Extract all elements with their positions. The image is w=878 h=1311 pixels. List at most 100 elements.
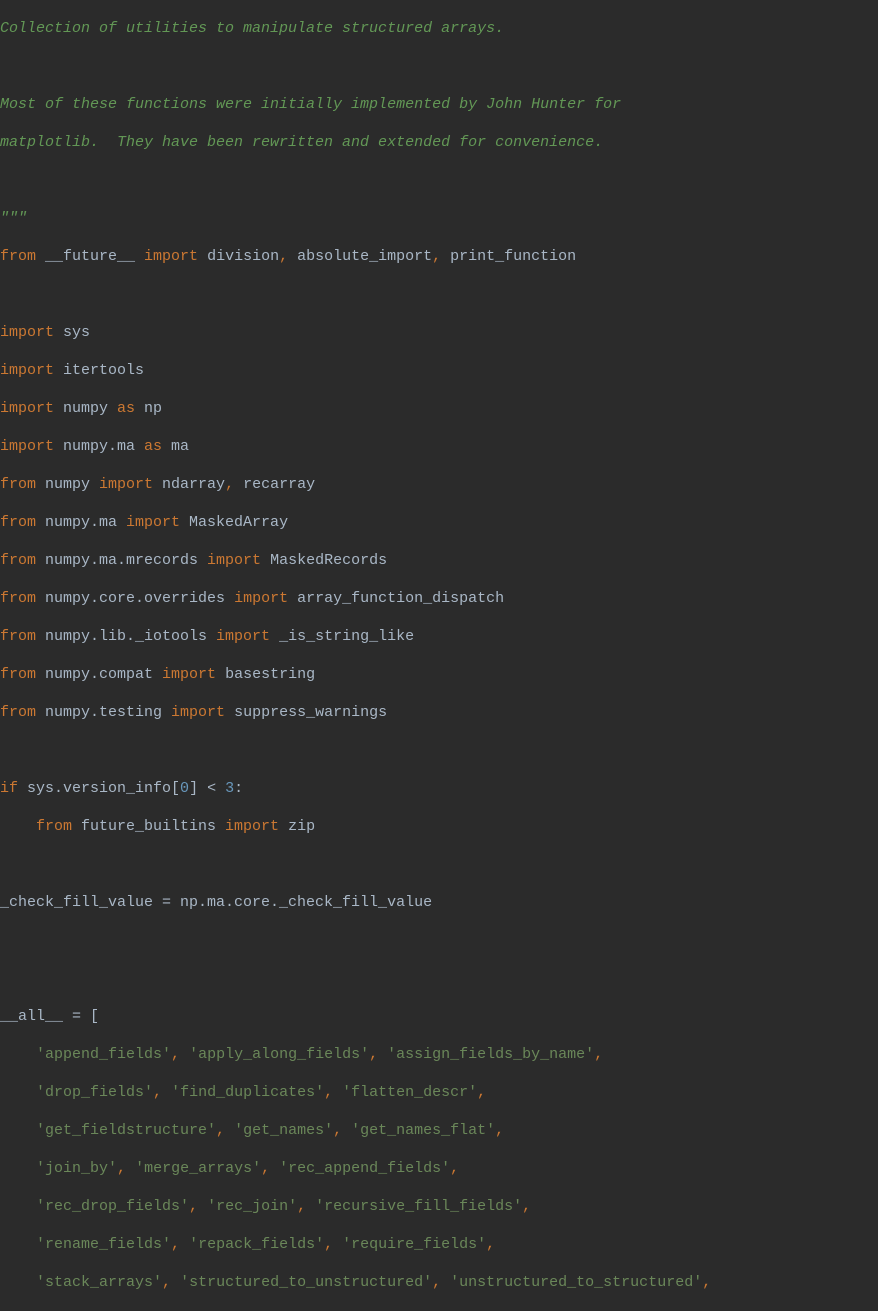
code-line [0,931,878,950]
docstring-text: Most of these functions were initially i… [0,96,621,113]
code-line: __all__ = [ [0,1007,878,1026]
code-line: from future_builtins import zip [0,817,878,836]
code-line: 'stack_arrays', 'structured_to_unstructu… [0,1273,878,1292]
string-literal: 'unstructured_to_structured' [450,1274,702,1291]
from-keyword: from [0,476,36,493]
indent [0,1084,36,1101]
import-item: division [198,248,279,265]
module-name: numpy.lib._iotools [36,628,216,645]
comma: , [702,1274,711,1291]
from-keyword: from [0,704,36,721]
number-literal: 3 [225,780,234,797]
import-keyword: import [0,362,54,379]
string-literal: 'structured_to_unstructured' [180,1274,432,1291]
comma: , [486,1236,495,1253]
module-name: numpy.compat [36,666,162,683]
code-line: Most of these functions were initially i… [0,95,878,114]
space [306,1198,315,1215]
comma: , [495,1122,504,1139]
code-line: 'get_fieldstructure', 'get_names', 'get_… [0,1121,878,1140]
comma: , [432,248,441,265]
code-line [0,969,878,988]
comma: , [171,1236,180,1253]
module-name: numpy.ma [54,438,144,455]
string-literal: 'drop_fields' [36,1084,153,1101]
comma: , [522,1198,531,1215]
from-keyword: from [0,818,72,835]
space [441,1274,450,1291]
space [333,1084,342,1101]
comma: , [225,476,234,493]
indent [0,1236,36,1253]
string-literal: 'rec_drop_fields' [36,1198,189,1215]
import-item: MaskedArray [180,514,288,531]
code-line: if sys.version_info[0] < 3: [0,779,878,798]
code-line: 'drop_fields', 'find_duplicates', 'flatt… [0,1083,878,1102]
import-item: recarray [234,476,315,493]
import-item: MaskedRecords [261,552,387,569]
module-name: numpy.ma.mrecords [36,552,207,569]
string-literal: 'get_names_flat' [351,1122,495,1139]
code-editor[interactable]: Collection of utilities to manipulate st… [0,0,878,1311]
comma: , [369,1046,378,1063]
module-name: numpy.testing [36,704,171,721]
import-keyword: import [99,476,153,493]
comma: , [279,248,288,265]
from-keyword: from [0,552,36,569]
space [171,1274,180,1291]
comma: , [261,1160,270,1177]
expression: sys.version_info[ [18,780,180,797]
docstring-text: Collection of utilities to manipulate st… [0,20,504,37]
module-name: numpy [54,400,117,417]
code-line: import numpy as np [0,399,878,418]
space [333,1236,342,1253]
comma: , [432,1274,441,1291]
comma: , [477,1084,486,1101]
string-literal: 'recursive_fill_fields' [315,1198,522,1215]
comma: , [297,1198,306,1215]
module-name: itertools [54,362,144,379]
space [225,1122,234,1139]
comma: , [117,1160,126,1177]
string-literal: 'assign_fields_by_name' [387,1046,594,1063]
space [198,1198,207,1215]
expression: ] < [189,780,225,797]
import-keyword: import [0,324,54,341]
import-item: absolute_import [288,248,432,265]
module-name: numpy.ma [36,514,126,531]
import-item: suppress_warnings [225,704,387,721]
if-keyword: if [0,780,18,797]
colon: : [234,780,243,797]
indent [0,1046,36,1063]
code-line: from numpy.ma.mrecords import MaskedReco… [0,551,878,570]
docstring-text: matplotlib. They have been rewritten and… [0,134,603,151]
string-literal: 'repack_fields' [189,1236,324,1253]
code-line: from numpy.ma import MaskedArray [0,513,878,532]
import-keyword: import [216,628,270,645]
code-line: from numpy.compat import basestring [0,665,878,684]
space [270,1160,279,1177]
code-line: import numpy.ma as ma [0,437,878,456]
comma: , [216,1122,225,1139]
import-item: print_function [441,248,576,265]
string-literal: 'rename_fields' [36,1236,171,1253]
comma: , [171,1046,180,1063]
code-line: """ [0,209,878,228]
space [180,1236,189,1253]
code-line: import itertools [0,361,878,380]
import-keyword: import [207,552,261,569]
module-name: __future__ [36,248,144,265]
string-literal: 'flatten_descr' [342,1084,477,1101]
code-line: from numpy.testing import suppress_warni… [0,703,878,722]
comma: , [324,1084,333,1101]
all-declaration: __all__ = [ [0,1008,99,1025]
code-line: 'rec_drop_fields', 'rec_join', 'recursiv… [0,1197,878,1216]
import-keyword: import [126,514,180,531]
code-line [0,285,878,304]
import-keyword: import [144,248,198,265]
indent [0,1122,36,1139]
space [342,1122,351,1139]
code-line: _check_fill_value = np.ma.core._check_fi… [0,893,878,912]
assignment: _check_fill_value = np.ma.core._check_fi… [0,894,432,911]
from-keyword: from [0,666,36,683]
